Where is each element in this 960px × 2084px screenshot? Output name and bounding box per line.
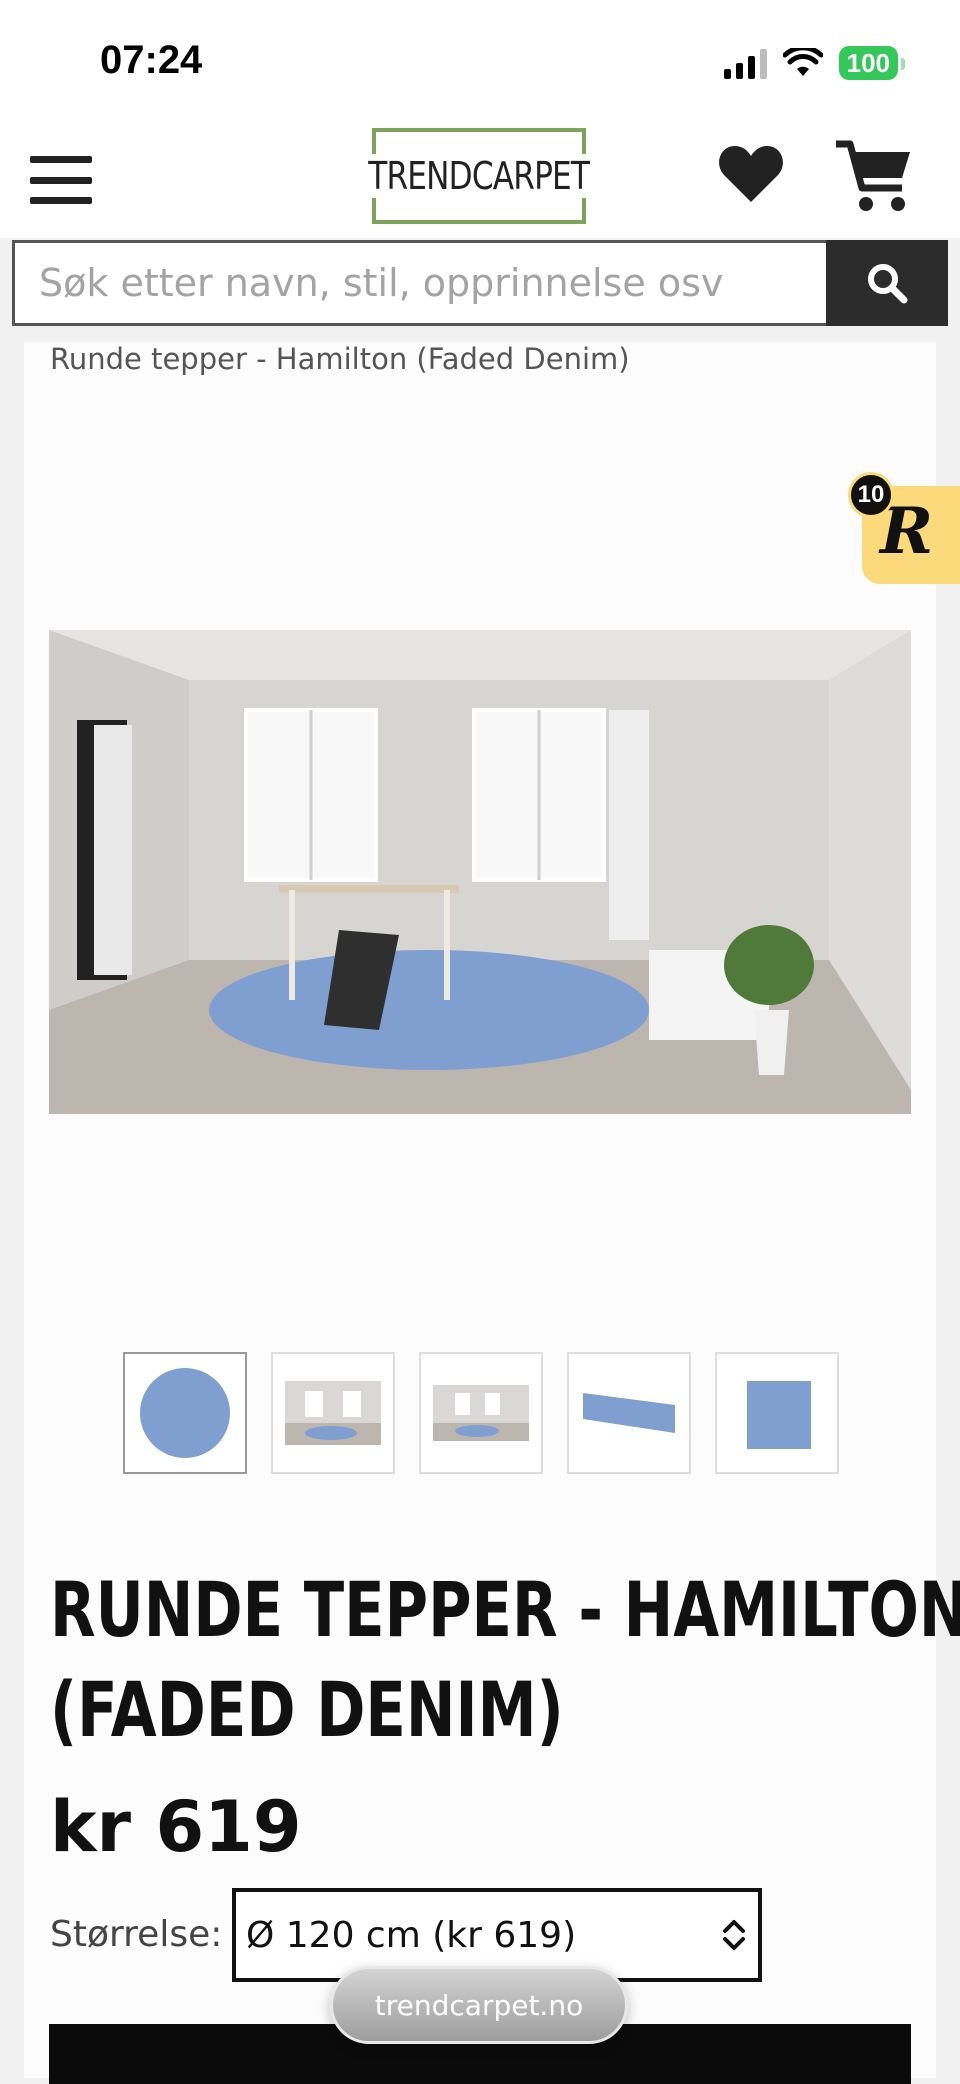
- thumbnail-1[interactable]: [123, 1352, 247, 1474]
- status-icons: 100: [723, 46, 906, 80]
- product-title-line-1: RUNDE TEPPER - HAMILTON: [50, 1565, 960, 1654]
- browser-url-pill[interactable]: trendcarpet.no: [330, 1966, 628, 2044]
- search-button[interactable]: [826, 240, 948, 326]
- heart-icon[interactable]: [716, 142, 786, 206]
- search-icon: [868, 264, 908, 304]
- thumbnail-4[interactable]: [567, 1352, 691, 1474]
- size-label: Størrelse:: [50, 1914, 223, 1955]
- chevrons-updown-icon: [723, 1920, 745, 1950]
- thumbnail-3[interactable]: [419, 1352, 543, 1474]
- product-main-image[interactable]: [49, 630, 911, 1114]
- product-title: RUNDE TEPPER - HAMILTON (FADED DENIM): [50, 1560, 960, 1760]
- cart-icon[interactable]: [834, 138, 914, 216]
- product-title-line-2: (FADED DENIM): [50, 1665, 564, 1754]
- site-header: TRENDCARPET: [0, 118, 960, 238]
- search-bar: [12, 240, 948, 326]
- wifi-icon: [782, 48, 823, 76]
- breadcrumb[interactable]: Runde tepper - Hamilton (Faded Denim): [50, 342, 630, 376]
- logo-text: TRENDCARPET: [366, 154, 592, 198]
- product-price: kr 619: [50, 1786, 302, 1868]
- thumbnail-2[interactable]: [271, 1352, 395, 1474]
- search-input[interactable]: [12, 240, 826, 326]
- thumbnail-5[interactable]: [715, 1352, 839, 1474]
- size-select-value: Ø 120 cm (kr 619): [246, 1914, 577, 1956]
- status-bar: 07:24 100: [0, 0, 960, 118]
- site-logo[interactable]: TRENDCARPET: [366, 128, 592, 224]
- signal-icon: [723, 47, 767, 79]
- status-time: 07:24: [100, 38, 203, 82]
- menu-icon[interactable]: [30, 156, 92, 204]
- rewards-count-badge: 10: [848, 472, 894, 518]
- battery-indicator: 100: [838, 46, 906, 80]
- thumbnail-strip: [123, 1352, 839, 1474]
